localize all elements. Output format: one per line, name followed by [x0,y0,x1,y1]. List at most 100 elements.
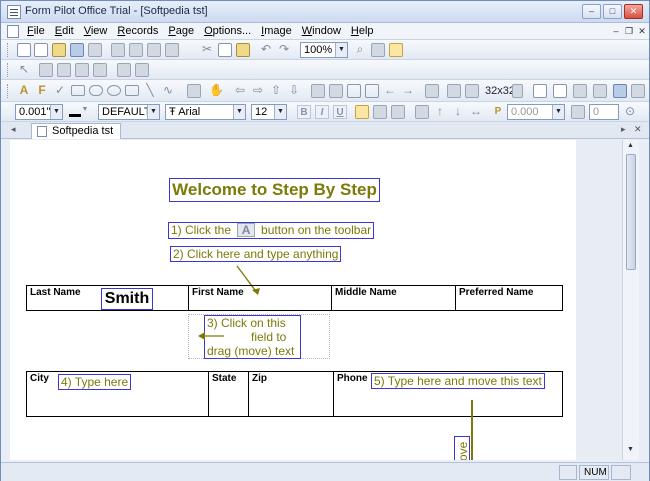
tab-scroll-left-icon[interactable]: ◂ [11,124,16,135]
scroll-down-icon[interactable]: ▼ [627,446,634,453]
line-width-select[interactable]: 0.001" ▼ [15,104,63,120]
redo-icon[interactable]: ↷ [277,43,291,57]
fill-icon[interactable] [425,84,439,98]
check-tool-icon[interactable]: ✓ [53,84,67,98]
paragraph-spacing-input[interactable]: 0.000 ▼ [507,104,565,120]
mouse-icon[interactable]: ⊙ [623,105,637,119]
middle-name-cell[interactable]: Middle Name [332,286,456,310]
menu-records[interactable]: Records [117,25,158,37]
offset-input[interactable]: 0 [589,104,619,120]
menu-image[interactable]: Image [261,25,292,37]
eraser-all-icon[interactable] [465,84,479,98]
page-rotate-icon[interactable] [593,84,607,98]
offset-icon[interactable] [571,105,585,119]
preferred-name-cell[interactable]: Preferred Name [456,286,562,310]
menu-options[interactable]: Options... [204,25,251,37]
open-icon[interactable] [52,43,66,57]
new-icon[interactable] [17,43,31,57]
ellipse-tool-icon[interactable] [107,85,121,96]
maximize-button[interactable]: □ [603,4,622,19]
text-align-right-icon[interactable] [391,105,405,119]
chevron-down-icon[interactable]: ▼ [81,104,89,118]
move-right-icon[interactable]: ⇨ [251,84,265,98]
chevron-down-icon[interactable] [512,84,523,98]
same-height-icon[interactable] [135,63,149,77]
step1-note[interactable]: 1) Click the Abutton on the toolbar [168,222,375,239]
text-align-left-icon[interactable] [355,105,369,119]
frame-shadow-icon[interactable] [365,84,379,98]
rectangle-tool-icon[interactable] [71,85,85,96]
crop-icon[interactable] [329,84,343,98]
page-remove-icon[interactable] [553,84,567,98]
frame-icon[interactable] [347,84,361,98]
mdi-minimize-button[interactable]: – [610,26,622,38]
form-heading[interactable]: Welcome to Step By Step [169,178,380,202]
align-top-icon[interactable] [93,63,107,77]
align-center-icon[interactable] [57,63,71,77]
move-left-icon[interactable]: ⇦ [233,84,247,98]
tab-close-icon[interactable]: ✕ [634,124,642,135]
toolbar-grip[interactable] [7,63,10,77]
menu-window[interactable]: Window [302,25,341,37]
italic-button[interactable]: I [315,105,329,119]
move-down-icon[interactable]: ⇩ [287,84,301,98]
tab-scroll-right-icon[interactable]: ▸ [621,124,626,135]
select-pointer-icon[interactable]: ↖ [17,63,31,77]
document-icon[interactable] [7,25,19,38]
more-tools-icon[interactable] [631,84,645,98]
text-tool-icon[interactable]: A [17,84,31,98]
same-width-icon[interactable] [117,63,131,77]
close-button[interactable]: ✕ [624,4,643,19]
image-tool-icon[interactable] [187,84,201,98]
group-icon[interactable] [311,84,325,98]
align-right-icon[interactable] [75,63,89,77]
minimize-button[interactable]: – [582,4,601,19]
tab-softpedia-tst[interactable]: Softpedia tst [31,123,121,139]
scan-page-icon[interactable] [613,84,627,98]
rotated-text-box[interactable]: ove [454,436,470,460]
paste-icon[interactable] [236,43,250,57]
page-view-icon[interactable] [389,43,403,57]
save-icon[interactable] [70,43,84,57]
spacing-icon[interactable]: ↔ [469,105,483,119]
first-name-cell[interactable]: First Name [189,286,332,310]
step4-note[interactable]: 4) Type here [58,374,132,390]
underline-button[interactable]: U [333,105,347,119]
step2-note[interactable]: 2) Click here and type anything [170,246,342,262]
zip-cell[interactable]: Zip [249,372,334,416]
polygon-tool-icon[interactable] [125,85,139,96]
zoom-select[interactable]: 100% ▼ [300,42,348,58]
grid-icon[interactable] [371,43,385,57]
rounded-rect-tool-icon[interactable] [89,85,103,96]
superscript-icon[interactable]: ↑ [433,105,447,119]
state-cell[interactable]: State [209,372,249,416]
toolbar-grip[interactable] [7,84,10,98]
copy-icon[interactable] [218,43,232,57]
last-name-value[interactable]: Smith [101,288,153,310]
page-settings-icon[interactable] [573,84,587,98]
new-from-template-icon[interactable] [34,43,48,57]
style-select[interactable]: DEFAULT ▼ [98,104,160,120]
line-color-swatch[interactable] [69,114,81,117]
field-tool-icon[interactable]: F [35,84,49,98]
scrollbar-thumb[interactable] [626,154,636,270]
text-box-icon[interactable] [415,105,429,119]
zoom-icon[interactable]: ⌕ [353,43,367,57]
step5-note[interactable]: 5) Type here and move this text [371,373,545,389]
menu-file[interactable]: File [27,25,45,37]
hand-tool-icon[interactable]: ✋ [209,84,224,98]
page-add-icon[interactable] [533,84,547,98]
menu-page[interactable]: Page [168,25,194,37]
scroll-up-icon[interactable]: ▲ [627,142,634,149]
rotate-left-icon[interactable]: ← [383,84,397,98]
text-align-center-icon[interactable] [373,105,387,119]
rotate-right-icon[interactable]: → [401,84,415,98]
email-icon[interactable] [147,43,161,57]
mdi-restore-button[interactable]: ❐ [623,26,635,38]
undo-icon[interactable]: ↶ [259,43,273,57]
form-page[interactable]: Welcome to Step By Step 1) Click the Abut… [10,140,622,460]
font-select[interactable]: Ŧ Arial ▼ [165,104,246,120]
print-preview-icon[interactable] [129,43,143,57]
menu-view[interactable]: View [84,25,108,37]
vertical-scrollbar[interactable]: ▲ ▼ [622,140,639,460]
